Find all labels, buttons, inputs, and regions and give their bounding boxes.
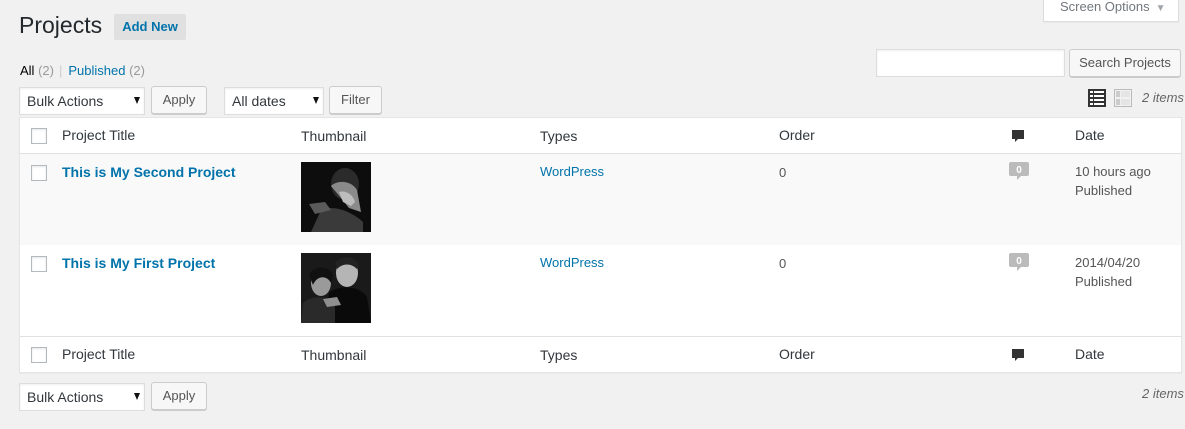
- date-value: 10 hours ago: [1075, 164, 1151, 179]
- filter-published-label: Published: [68, 63, 126, 78]
- add-new-button[interactable]: Add New: [114, 14, 186, 40]
- list-view-icon[interactable]: [1088, 88, 1106, 108]
- project-title-link[interactable]: This is My First Project: [62, 255, 215, 271]
- project-thumbnail[interactable]: [301, 253, 371, 323]
- bulk-actions-value: Bulk Actions: [27, 93, 104, 109]
- items-count-bottom: 2 items: [1142, 386, 1184, 401]
- column-order-footer[interactable]: Order: [779, 346, 815, 362]
- row-checkbox[interactable]: [31, 165, 47, 181]
- excerpt-view-icon[interactable]: [1114, 88, 1132, 108]
- column-title[interactable]: Project Title: [62, 127, 135, 143]
- filter-all-label: All: [20, 63, 35, 78]
- project-title-link[interactable]: This is My Second Project: [62, 164, 236, 180]
- bulk-actions-select-top[interactable]: Bulk Actions: [19, 87, 145, 115]
- apply-button-bottom[interactable]: Apply: [151, 382, 207, 410]
- row-checkbox[interactable]: [31, 256, 47, 272]
- items-count-top: 2 items: [1142, 90, 1184, 105]
- status-value: Published: [1075, 274, 1133, 289]
- search-projects-button[interactable]: Search Projects: [1069, 49, 1181, 77]
- column-thumbnail: Thumbnail: [301, 128, 367, 144]
- table-footer: Project Title Thumbnail Types Order Date: [20, 336, 1181, 372]
- table-row: This is My First Project WordPress 0 0 2…: [20, 245, 1181, 336]
- caret-down-icon: ▼: [1155, 3, 1166, 14]
- table-header: Project Title Thumbnail Types Order Date: [20, 118, 1181, 154]
- column-date-footer[interactable]: Date: [1075, 346, 1105, 362]
- comment-count: 0: [1016, 256, 1022, 267]
- column-title-footer[interactable]: Project Title: [62, 346, 135, 362]
- filter-all-count: (2): [38, 63, 54, 78]
- filter-published-link[interactable]: Published (2): [68, 63, 145, 78]
- column-thumbnail-footer: Thumbnail: [301, 347, 367, 363]
- projects-table: Project Title Thumbnail Types Order Date…: [19, 117, 1182, 373]
- filter-separator: |: [58, 63, 63, 78]
- screen-options-label: Screen Options: [1060, 0, 1150, 14]
- comment-bubble-icon: 0: [1009, 253, 1029, 271]
- comment-icon[interactable]: [1011, 129, 1025, 143]
- status-value: Published: [1075, 183, 1133, 198]
- column-order[interactable]: Order: [779, 127, 815, 143]
- select-all-checkbox[interactable]: [31, 128, 47, 144]
- comment-icon[interactable]: [1011, 348, 1025, 362]
- bulk-actions-value: Bulk Actions: [27, 389, 104, 405]
- order-value: 0: [779, 256, 787, 271]
- search-input[interactable]: [876, 49, 1065, 77]
- select-all-checkbox-footer[interactable]: [31, 347, 47, 363]
- dropdown-arrow-icon: [313, 97, 319, 104]
- bulk-actions-select-bottom[interactable]: Bulk Actions: [19, 383, 145, 411]
- dropdown-arrow-icon: [134, 393, 140, 400]
- screen-options-button[interactable]: Screen Options ▼: [1043, 0, 1179, 22]
- filter-all-link[interactable]: All (2): [20, 63, 54, 78]
- date-value: 2014/04/20: [1075, 255, 1141, 270]
- types-link[interactable]: WordPress: [540, 164, 604, 179]
- comment-count: 0: [1016, 165, 1022, 176]
- column-types: Types: [540, 128, 578, 144]
- comment-count-badge[interactable]: 0: [1009, 253, 1029, 272]
- dropdown-arrow-icon: [134, 97, 140, 104]
- apply-button-top[interactable]: Apply: [151, 86, 207, 114]
- column-types-footer: Types: [540, 347, 578, 363]
- page-title: Projects: [19, 12, 103, 38]
- column-date[interactable]: Date: [1075, 127, 1105, 143]
- project-thumbnail[interactable]: [301, 162, 371, 232]
- comment-bubble-icon: 0: [1009, 162, 1029, 180]
- dates-select[interactable]: All dates: [224, 87, 324, 115]
- filter-button[interactable]: Filter: [329, 86, 382, 114]
- dates-value: All dates: [232, 93, 286, 109]
- table-row: This is My Second Project WordPress 0 0 …: [20, 154, 1181, 245]
- filter-published-count: (2): [129, 63, 145, 78]
- types-link[interactable]: WordPress: [540, 255, 604, 270]
- comment-count-badge[interactable]: 0: [1009, 162, 1029, 181]
- status-filters: All (2) | Published (2): [20, 63, 145, 78]
- order-value: 0: [779, 165, 787, 180]
